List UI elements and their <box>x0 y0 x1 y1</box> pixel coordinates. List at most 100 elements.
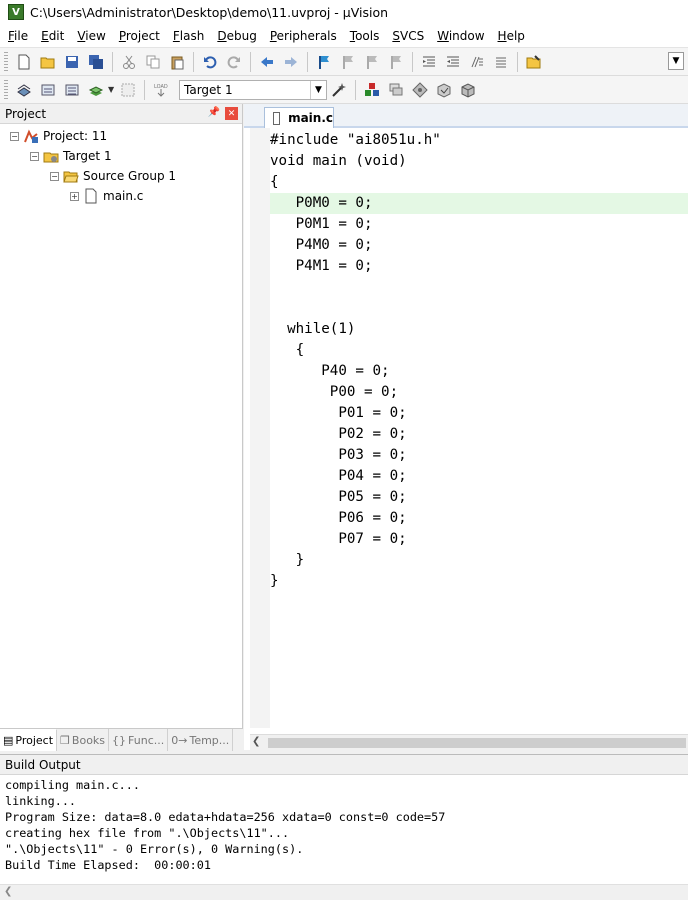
file-extensions-button[interactable] <box>385 79 407 101</box>
code-line[interactable]: P4M0 = 0; <box>270 235 688 256</box>
cut-button[interactable] <box>118 51 140 73</box>
code-line[interactable]: P02 = 0; <box>270 424 688 445</box>
tab-functions[interactable]: {} Func... <box>109 729 169 751</box>
target-options-button[interactable] <box>328 79 350 101</box>
code-line[interactable]: P05 = 0; <box>270 487 688 508</box>
scroll-left-icon[interactable]: ❮ <box>252 736 260 747</box>
build-output-line: creating hex file from ".\Objects\11"... <box>5 826 290 840</box>
code-line[interactable]: { <box>270 172 688 193</box>
target-select[interactable]: Target 1 ▼ <box>179 79 327 100</box>
tree-item-project[interactable]: − Project: 11 <box>10 126 107 146</box>
menu-window[interactable]: Window <box>432 24 489 48</box>
tree-item-target[interactable]: − Target 1 <box>30 146 112 166</box>
new-file-button[interactable] <box>13 51 35 73</box>
menu-project[interactable]: Project <box>114 24 165 48</box>
code-line[interactable]: P00 = 0; <box>270 382 688 403</box>
batch-build-button[interactable] <box>85 79 107 101</box>
collapse-icon[interactable]: − <box>30 151 39 161</box>
code-line[interactable]: while(1) <box>270 319 688 340</box>
uncomment-button[interactable] <box>490 51 512 73</box>
copy-button[interactable] <box>142 51 164 73</box>
expand-icon[interactable]: + <box>70 191 79 201</box>
menu-svcs[interactable]: SVCS <box>387 24 429 48</box>
tab-templates[interactable]: 0→ Temp... <box>168 729 234 751</box>
menu-tools[interactable]: Tools <box>345 24 385 48</box>
scrollbar-thumb[interactable] <box>268 738 686 748</box>
code-line[interactable]: } <box>270 550 688 571</box>
code-line[interactable]: P0M0 = 0; <box>270 193 688 214</box>
rebuild-icon <box>65 84 79 95</box>
prev-bookmark-button[interactable] <box>337 51 359 73</box>
unindent-button[interactable] <box>442 51 464 73</box>
build-output-horizontal-scrollbar[interactable]: ❮ <box>0 884 688 900</box>
redo-button[interactable] <box>223 51 245 73</box>
undo-button[interactable] <box>199 51 221 73</box>
code-line[interactable]: P4M1 = 0; <box>270 256 688 277</box>
open-file-button[interactable] <box>37 51 59 73</box>
menu-peripherals[interactable]: Peripherals <box>265 24 342 48</box>
download-button[interactable]: LOAD <box>150 79 172 101</box>
tab-books[interactable]: ❒ Books <box>57 729 110 751</box>
stop-build-button[interactable] <box>117 79 139 101</box>
project-pane-tabs: ▤ Project ❒ Books {} Func... 0→ Temp... <box>0 728 243 751</box>
code-line[interactable]: { <box>270 340 688 361</box>
code-line[interactable]: P04 = 0; <box>270 466 688 487</box>
code-line[interactable] <box>270 298 688 319</box>
cut-icon <box>123 55 135 69</box>
toolbar-grip[interactable] <box>4 51 8 72</box>
tab-main-c[interactable]: main.c <box>264 107 334 128</box>
tree-item-main-c[interactable]: + main.c <box>70 186 143 206</box>
chevron-down-icon[interactable]: ▼ <box>108 85 116 94</box>
arrow-right-icon <box>285 56 297 67</box>
menu-view[interactable]: View <box>72 24 110 48</box>
code-line[interactable]: P01 = 0; <box>270 403 688 424</box>
find-in-files-button[interactable] <box>523 51 545 73</box>
clear-bookmarks-button[interactable] <box>385 51 407 73</box>
build-button[interactable] <box>37 79 59 101</box>
menu-edit[interactable]: Edit <box>36 24 69 48</box>
code-line[interactable]: P03 = 0; <box>270 445 688 466</box>
undo-icon <box>204 55 217 68</box>
menu-file[interactable]: File <box>3 24 33 48</box>
collapse-icon[interactable]: − <box>50 171 59 181</box>
tree-item-source-group[interactable]: − Source Group 1 <box>50 166 176 186</box>
code-line[interactable]: P07 = 0; <box>270 529 688 550</box>
code-line[interactable] <box>270 277 688 298</box>
paste-button[interactable] <box>166 51 188 73</box>
find-combo-dropdown[interactable]: ▼ <box>668 52 684 70</box>
toolbar-grip[interactable] <box>4 79 8 100</box>
code-line[interactable]: P0M1 = 0; <box>270 214 688 235</box>
code-line[interactable]: void main (void) <box>270 151 688 172</box>
navigate-back-button[interactable] <box>256 51 278 73</box>
save-all-button[interactable] <box>85 51 107 73</box>
editor-gutter[interactable] <box>250 128 270 728</box>
code-text-area[interactable]: #include "ai8051u.h" void main (void){ P0… <box>270 130 688 592</box>
code-line[interactable]: P06 = 0; <box>270 508 688 529</box>
menu-debug[interactable]: Debug <box>212 24 261 48</box>
toolbar-separator <box>307 51 308 72</box>
indent-button[interactable] <box>418 51 440 73</box>
tab-project[interactable]: ▤ Project <box>0 729 58 751</box>
translate-button[interactable] <box>13 79 35 101</box>
build-output-text[interactable]: compiling main.c... linking... Program Siz… <box>0 775 688 873</box>
editor-horizontal-scrollbar[interactable]: ❮ <box>250 734 688 750</box>
manage-components-button[interactable] <box>361 79 383 101</box>
menu-flash[interactable]: Flash <box>168 24 209 48</box>
code-line[interactable]: } <box>270 571 688 592</box>
code-line[interactable]: P40 = 0; <box>270 361 688 382</box>
software-packs-button[interactable] <box>457 79 479 101</box>
close-icon[interactable]: ✕ <box>225 107 238 120</box>
pack-installer-button[interactable] <box>433 79 455 101</box>
pin-icon[interactable]: 📌 <box>208 107 220 118</box>
select-packs-button[interactable] <box>409 79 431 101</box>
save-button[interactable] <box>61 51 83 73</box>
insert-bookmark-button[interactable] <box>313 51 335 73</box>
menu-help[interactable]: Help <box>493 24 530 48</box>
comment-button[interactable] <box>466 51 488 73</box>
navigate-forward-button[interactable] <box>280 51 302 73</box>
code-line[interactable]: #include "ai8051u.h" <box>270 130 688 151</box>
next-bookmark-button[interactable] <box>361 51 383 73</box>
collapse-icon[interactable]: − <box>10 131 19 141</box>
scroll-left-icon[interactable]: ❮ <box>4 886 12 897</box>
rebuild-button[interactable] <box>61 79 83 101</box>
